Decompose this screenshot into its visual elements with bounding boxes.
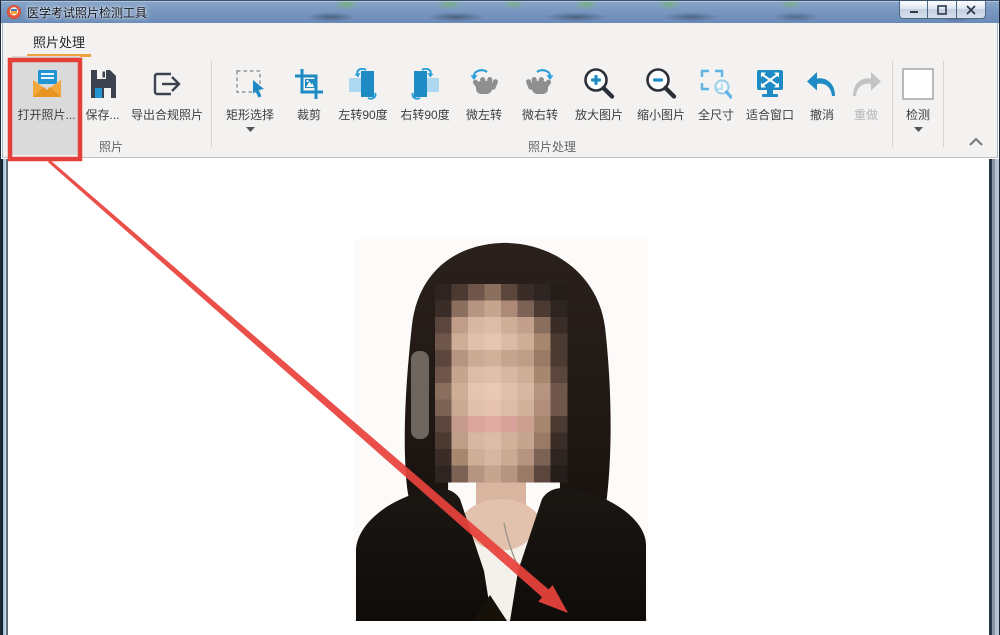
window-frame-right: [988, 159, 999, 635]
crop-button[interactable]: 裁剪: [286, 58, 332, 136]
button-label: 矩形选择: [226, 106, 274, 123]
undo-button[interactable]: 撤消: [800, 58, 844, 136]
group-label-photo-processing: 照片处理: [214, 136, 890, 156]
rotate-left-90-button[interactable]: 左转90度: [332, 58, 394, 136]
maximize-button[interactable]: [928, 1, 957, 19]
button-label: 左转90度: [338, 106, 387, 123]
rotate-right-90-icon: [408, 65, 442, 103]
close-icon: [966, 5, 976, 15]
button-label: 放大图片: [575, 106, 623, 123]
button-label: 全尺寸: [698, 106, 734, 123]
detect-button[interactable]: 检测: [895, 58, 941, 136]
zoom-in-picture-button[interactable]: 放大图片: [568, 58, 630, 136]
save-icon: [88, 65, 118, 103]
fit-window-button[interactable]: 适合窗口: [740, 58, 800, 136]
fit-window-icon: [753, 65, 787, 103]
nudge-rotate-right-icon: [524, 65, 556, 103]
open-photo-button[interactable]: 打开照片...: [13, 58, 80, 136]
ribbon-separator: [211, 61, 212, 147]
minimize-button[interactable]: [899, 1, 928, 19]
ribbon-tab-row: 照片处理: [3, 23, 997, 56]
button-label: 适合窗口: [746, 106, 794, 123]
minimize-icon: [909, 5, 919, 14]
app-window: 医学考试照片检测工具 照片处理: [0, 0, 1000, 635]
button-label: 检测: [906, 106, 930, 123]
photo-canvas[interactable]: [8, 159, 988, 635]
collapse-ribbon-chevron-icon: [969, 138, 983, 146]
ribbon-separator: [943, 61, 944, 147]
open-photo-icon: [30, 65, 64, 103]
full-size-icon: [700, 65, 732, 103]
button-label: 右转90度: [400, 106, 449, 123]
button-label: 打开照片...: [17, 106, 75, 123]
button-label: 导出合规照片: [131, 106, 203, 123]
rotate-left-90-icon: [346, 65, 380, 103]
rect-select-button[interactable]: 矩形选择: [214, 58, 286, 136]
button-label: 保存...: [85, 106, 119, 123]
window-controls: [899, 1, 986, 19]
button-label: 裁剪: [297, 106, 321, 123]
button-label: 微右转: [522, 106, 558, 123]
dropdown-arrow-icon: [914, 127, 923, 132]
detect-icon: [901, 65, 935, 103]
ribbon: 照片处理: [2, 23, 998, 158]
full-size-button[interactable]: 全尺寸: [692, 58, 740, 136]
zoom-out-icon: [644, 65, 678, 103]
rotate-right-90-button[interactable]: 右转90度: [394, 58, 456, 136]
redo-button[interactable]: 重做: [844, 58, 888, 136]
export-icon: [151, 65, 183, 103]
close-button[interactable]: [957, 1, 986, 19]
nudge-rotate-right-button[interactable]: 微右转: [512, 58, 568, 136]
ribbon-separator: [892, 61, 893, 147]
undo-icon: [806, 65, 838, 103]
zoom-in-icon: [582, 65, 616, 103]
export-compliant-photo-button[interactable]: 导出合规照片: [125, 58, 209, 136]
rect-select-icon: [233, 65, 267, 103]
tab-photo-processing[interactable]: 照片处理: [21, 29, 97, 57]
redo-icon: [850, 65, 882, 103]
collapse-ribbon-button[interactable]: [969, 133, 983, 151]
button-label: 重做: [854, 106, 878, 123]
group-label-detect: [895, 136, 941, 156]
window-title: 医学考试照片检测工具: [27, 4, 147, 21]
zoom-out-picture-button[interactable]: 缩小图片: [630, 58, 692, 136]
window-frame-left: [1, 159, 8, 635]
nudge-rotate-left-button[interactable]: 微左转: [456, 58, 512, 136]
ribbon-group-detect: 检测: [895, 58, 941, 157]
button-label: 撤消: [810, 106, 834, 123]
button-label: 缩小图片: [637, 106, 685, 123]
titlebar: 医学考试照片检测工具: [1, 1, 999, 23]
maximize-icon: [937, 5, 947, 15]
app-icon: [7, 5, 21, 19]
dropdown-arrow-icon: [246, 127, 255, 132]
ribbon-content: 打开照片... 保存...: [3, 56, 997, 157]
nudge-rotate-left-icon: [468, 65, 500, 103]
save-button[interactable]: 保存...: [80, 58, 125, 136]
button-label: 微左转: [466, 106, 502, 123]
crop-icon: [294, 65, 324, 103]
portrait-photo: [354, 239, 648, 621]
tab-label: 照片处理: [33, 35, 85, 50]
ribbon-group-photo-processing: 矩形选择 裁剪: [214, 58, 890, 157]
